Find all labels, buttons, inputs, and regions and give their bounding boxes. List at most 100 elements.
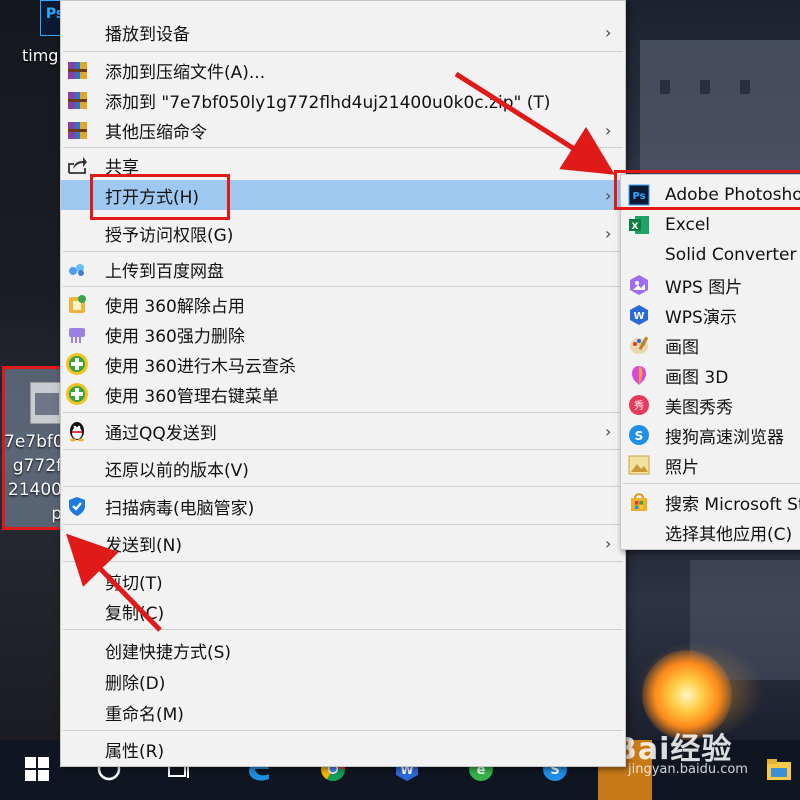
menu-item-label: 添加到压缩文件(A)... [105, 62, 266, 83]
file-name-line: 21400 [7, 480, 62, 500]
desktop-icon-label[interactable]: timg [22, 46, 58, 65]
submenu-item-wps-presentation[interactable]: W WPS演示 [621, 300, 800, 330]
menu-separator [63, 730, 623, 731]
background-window [660, 80, 670, 94]
menu-item-other-compress-commands[interactable]: 其他压缩命令 › [61, 115, 625, 145]
menu-item-copy[interactable]: 复制(C) [61, 596, 625, 626]
submenu-item-label: 选择其他应用(C) [665, 524, 793, 545]
submenu-item-label: 搜索 Microsoft Store [665, 494, 800, 515]
tencent-pc-manager-shield-icon [65, 494, 89, 518]
menu-item-label: 使用 360进行木马云查杀 [105, 356, 296, 377]
menu-item-label: 使用 360强力删除 [105, 326, 245, 347]
share-icon [65, 153, 89, 177]
menu-separator [63, 561, 623, 562]
submenu-separator [623, 483, 800, 484]
menu-separator [63, 286, 623, 287]
menu-item-delete[interactable]: 删除(D) [61, 666, 625, 696]
file-name-line: g772f [12, 456, 62, 476]
file-explorer-icon[interactable] [764, 754, 794, 784]
menu-item-rename[interactable]: 重命名(M) [61, 697, 625, 727]
submenu-item-excel[interactable]: X Excel [621, 210, 800, 240]
submenu-item-solid-converter[interactable]: Solid Converter [621, 240, 800, 270]
wps-icon: W [627, 303, 651, 327]
menu-item-360-unlock[interactable]: 使用 360解除占用 [61, 289, 625, 319]
menu-item-label: 上传到百度网盘 [105, 261, 224, 282]
annotation-box-photoshop [614, 170, 800, 210]
menu-separator [63, 251, 623, 252]
svg-text:S: S [635, 429, 644, 443]
menu-item-label: 扫描病毒(电脑管家) [105, 498, 255, 519]
menu-item-label: 授予访问权限(G) [105, 225, 234, 246]
menu-item-send-via-qq[interactable]: 通过QQ发送到 › [61, 416, 625, 446]
winrar-icon [65, 118, 89, 142]
menu-item-cut[interactable]: 剪切(T) [61, 566, 625, 596]
menu-item-label: 播放到设备 [105, 24, 190, 45]
file-name-line: 7e7bf0 [4, 432, 62, 452]
submenu-item-paint[interactable]: 画图 [621, 330, 800, 360]
sogou-browser-icon: S [627, 423, 651, 447]
menu-item-label: 其他压缩命令 [105, 122, 207, 143]
menu-separator [63, 629, 623, 630]
menu-item-scan-virus[interactable]: 扫描病毒(电脑管家) [61, 491, 625, 521]
360-plus-icon [65, 382, 89, 406]
submenu-item-label: 画图 3D [665, 367, 729, 388]
winrar-icon [65, 58, 89, 82]
menu-item-give-access-to[interactable]: 授予访问权限(G) › [61, 218, 625, 248]
svg-text:X: X [632, 222, 639, 232]
submenu-item-sogou-browser[interactable]: S 搜狗高速浏览器 [621, 420, 800, 450]
submenu-item-label: 画图 [665, 337, 699, 358]
submenu-arrow-icon: › [605, 223, 612, 243]
qq-penguin-icon [65, 419, 89, 443]
menu-item-restore-previous-versions[interactable]: 还原以前的版本(V) [61, 453, 625, 483]
submenu-item-wps-picture[interactable]: WPS 图片 [621, 270, 800, 300]
microsoft-store-icon [627, 490, 651, 514]
context-menu: 播放到设备 › 添加到压缩文件(A)... 添加到 "7e7bf050ly1g7… [60, 0, 626, 767]
wps-picture-icon [627, 273, 651, 297]
menu-item-add-to-zip[interactable]: 添加到 "7e7bf050ly1g772flhd4uj21400u0k0c.zi… [61, 85, 625, 115]
menu-item-label: 使用 360管理右键菜单 [105, 386, 279, 407]
meitu-icon: 秀 [627, 393, 651, 417]
menu-item-properties[interactable]: 属性(R) [61, 734, 625, 764]
menu-item-label: 删除(D) [105, 673, 166, 694]
menu-item-create-shortcut[interactable]: 创建快捷方式(S) [61, 635, 625, 665]
menu-separator [63, 147, 623, 148]
360-unlock-icon [65, 292, 89, 316]
submenu-item-choose-another-app[interactable]: 选择其他应用(C) [621, 517, 800, 547]
menu-item-360-manage-context-menu[interactable]: 使用 360管理右键菜单 [61, 379, 625, 409]
menu-item-label: 剪切(T) [105, 573, 163, 594]
submenu-item-label: 照片 [665, 457, 699, 478]
submenu-arrow-icon: › [605, 533, 612, 553]
paint-3d-icon [627, 363, 651, 387]
menu-item-cast-to-device[interactable]: 播放到设备 › [61, 17, 625, 47]
submenu-item-meitu[interactable]: 秀 美图秀秀 [621, 390, 800, 420]
menu-item-label: 使用 360解除占用 [105, 296, 245, 317]
background-window [740, 80, 750, 94]
menu-separator [63, 524, 623, 525]
menu-item-label: 重命名(M) [105, 704, 184, 725]
submenu-arrow-icon: › [605, 22, 612, 42]
menu-item-label: 创建快捷方式(S) [105, 642, 232, 663]
menu-item-send-to[interactable]: 发送到(N) › [61, 528, 625, 558]
menu-item-add-to-archive[interactable]: 添加到压缩文件(A)... [61, 55, 625, 85]
360-plus-icon [65, 352, 89, 376]
menu-item-label: 属性(R) [105, 741, 165, 762]
annotation-box-open-with [90, 174, 230, 220]
submenu-item-photos[interactable]: 照片 [621, 450, 800, 480]
submenu-item-label: Solid Converter [665, 245, 797, 265]
menu-separator [63, 51, 623, 52]
menu-item-360-trojan-scan[interactable]: 使用 360进行木马云查杀 [61, 349, 625, 379]
menu-item-360-force-delete[interactable]: 使用 360强力删除 [61, 319, 625, 349]
windows-start-icon[interactable] [22, 754, 52, 784]
submenu-item-label: WPS 图片 [665, 277, 743, 298]
selected-file-name: 7e7bf0 g772f 21400 p [4, 430, 62, 526]
menu-item-upload-baidu-netdisk[interactable]: 上传到百度网盘 [61, 254, 625, 284]
menu-separator [63, 449, 623, 450]
paint-palette-icon [627, 333, 651, 357]
background-window [700, 80, 710, 94]
submenu-item-label: Excel [665, 215, 711, 235]
submenu-item-paint-3d[interactable]: 画图 3D [621, 360, 800, 390]
menu-item-label: 还原以前的版本(V) [105, 460, 249, 481]
background-building [640, 40, 800, 180]
submenu-item-search-store[interactable]: 搜索 Microsoft Store [621, 487, 800, 517]
open-with-submenu: Ps Adobe Photoshop X Excel Solid Convert… [620, 174, 800, 550]
